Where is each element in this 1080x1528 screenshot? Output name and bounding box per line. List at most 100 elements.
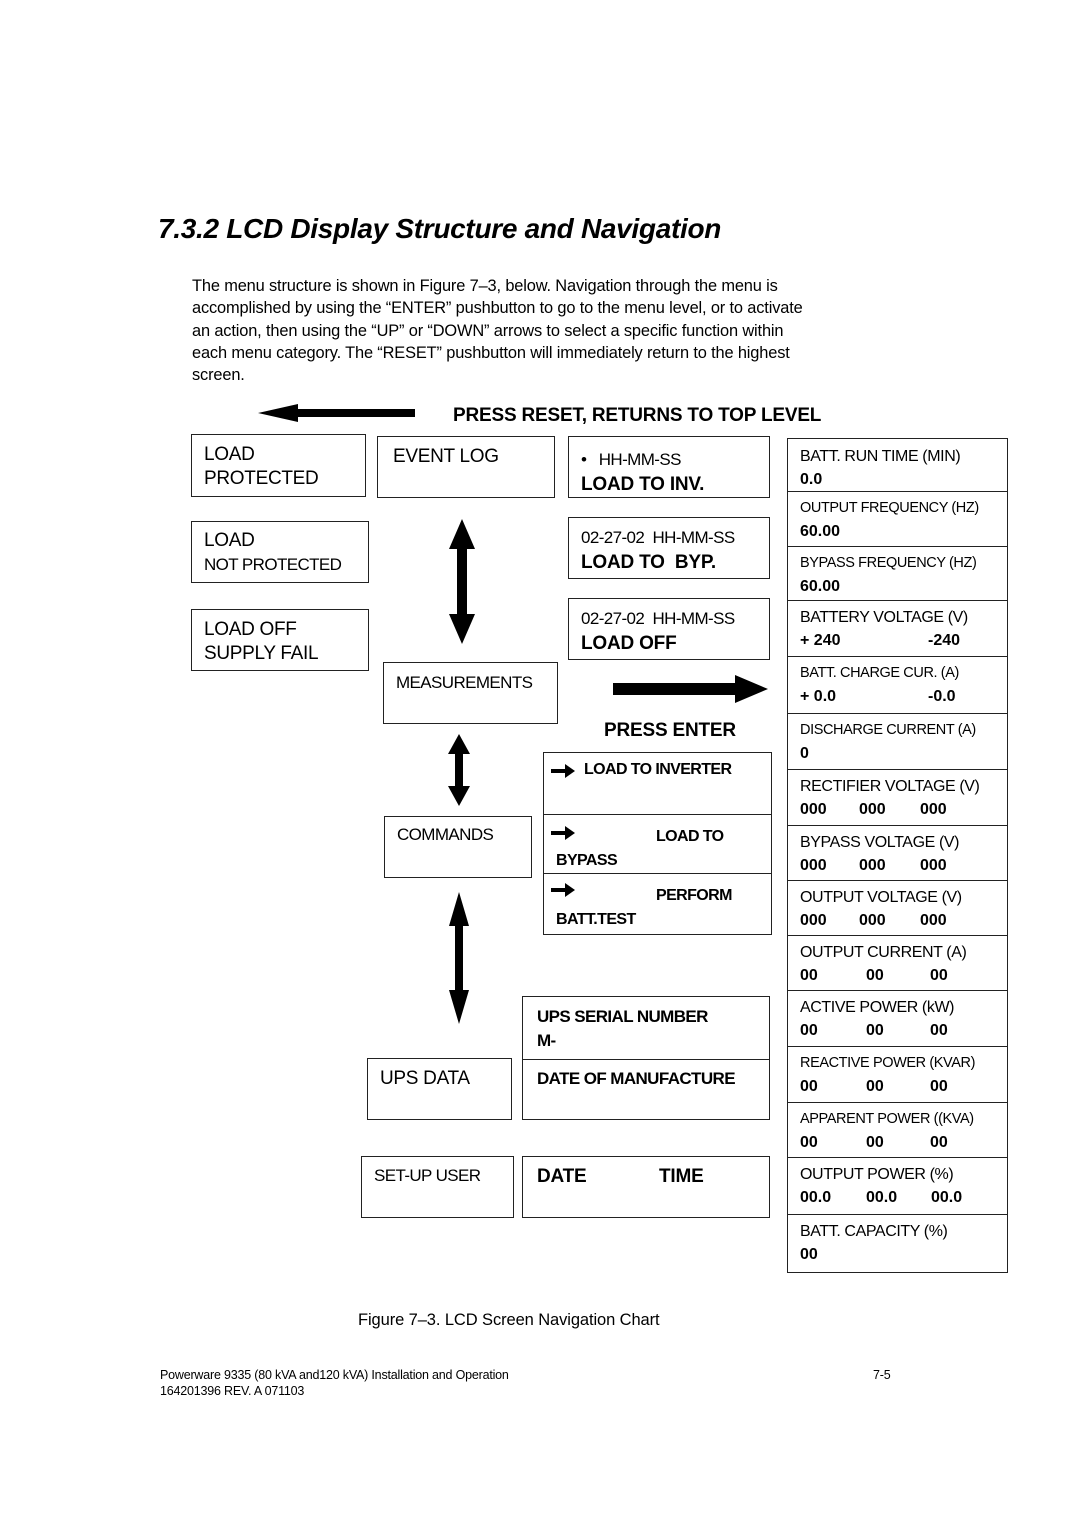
measurement-value: 00 bbox=[866, 967, 884, 984]
manufacture-label: DATE OF MANUFACTURE bbox=[537, 1069, 736, 1088]
measurement-label: BATT. CHARGE CUR. (A) bbox=[800, 665, 959, 681]
measurement-row: BYPASS FREQUENCY (HZ) 60.00 bbox=[788, 546, 1007, 601]
commands-list: LOAD TO INVERTER LOAD TO BYPASS PERFORM … bbox=[543, 752, 772, 935]
paragraph-line: The menu structure is shown in Figure 7–… bbox=[192, 277, 778, 295]
event-log-entry: 02-27-02 HH-MM-SS LOAD TO BYP. bbox=[568, 517, 770, 579]
serial-value: M- bbox=[537, 1031, 556, 1050]
press-reset-label: PRESS RESET, RETURNS TO TOP LEVEL bbox=[453, 405, 822, 426]
measurement-row: OUTPUT FREQUENCY (HZ) 60.00 bbox=[788, 491, 1007, 547]
measurement-value: 000 bbox=[859, 912, 886, 929]
paragraph-line: screen. bbox=[192, 366, 245, 385]
event-name: LOAD OFF bbox=[581, 633, 677, 654]
measurement-value: -240 bbox=[928, 632, 961, 649]
measurement-value: 00 bbox=[800, 1134, 818, 1151]
event-name: LOAD TO BYP. bbox=[581, 552, 717, 573]
event-time: HH-MM-SS bbox=[652, 609, 736, 628]
event-date: 02-27-02 bbox=[581, 528, 645, 547]
event-date: 02-27-02 bbox=[581, 609, 645, 628]
footer-title: Powerware 9335 (80 kVA and120 kVA) Insta… bbox=[160, 1368, 509, 1382]
measurement-label: BATTERY VOLTAGE (V) bbox=[800, 609, 968, 626]
menu-label: COMMANDS bbox=[397, 825, 494, 844]
measurement-value: -0.0 bbox=[928, 688, 956, 705]
status-line: SUPPLY FAIL bbox=[204, 643, 319, 664]
arrow-right-small-icon bbox=[551, 883, 575, 902]
measurement-value: 60.00 bbox=[800, 578, 841, 595]
measurement-value: 000 bbox=[800, 912, 827, 929]
measurement-row: BATT. RUN TIME (MIN) 0.0 bbox=[788, 439, 1007, 491]
command-perform-batt-test[interactable]: PERFORM BATT.TEST bbox=[544, 873, 771, 935]
measurement-row: BATTERY VOLTAGE (V) + 240 -240 bbox=[788, 600, 1007, 657]
arrow-right-small-icon bbox=[551, 826, 575, 845]
serial-label: UPS SERIAL NUMBER bbox=[537, 1007, 708, 1026]
setup-user-panel: DATE TIME bbox=[522, 1156, 770, 1218]
event-timestamp: 02-27-02 HH-MM-SS bbox=[581, 609, 735, 629]
footer-doc-number: 164201396 REV. A 071103 bbox=[160, 1384, 305, 1398]
command-load-to-bypass[interactable]: LOAD TO BYPASS bbox=[544, 814, 771, 875]
command-load-to-inverter[interactable]: LOAD TO INVERTER bbox=[544, 753, 771, 814]
measurement-value: 00 bbox=[866, 1022, 884, 1039]
intro-paragraph: The menu structure is shown in Figure 7–… bbox=[192, 275, 952, 386]
measurement-label: OUTPUT CURRENT (A) bbox=[800, 944, 967, 961]
status-load-not-protected: LOAD NOT PROTECTED bbox=[191, 521, 369, 583]
event-name: LOAD TO INV. bbox=[581, 474, 705, 495]
measurement-row: BATT. CHARGE CUR. (A) + 0.0 -0.0 bbox=[788, 656, 1007, 714]
menu-setup-user[interactable]: SET-UP USER bbox=[361, 1156, 514, 1218]
measurement-label: OUTPUT FREQUENCY (HZ) bbox=[800, 500, 979, 516]
section-heading: 7.3.2 LCD Display Structure and Navigati… bbox=[158, 213, 722, 244]
status-line: PROTECTED bbox=[204, 468, 319, 489]
measurement-value: 000 bbox=[920, 857, 947, 874]
measurement-value: 00 bbox=[800, 1246, 818, 1263]
measurement-row: DISCHARGE CURRENT (A) 0 bbox=[788, 713, 1007, 770]
measurement-value: 000 bbox=[800, 857, 827, 874]
measurement-row: BYPASS VOLTAGE (V) 000 000 000 bbox=[788, 825, 1007, 881]
menu-label: EVENT LOG bbox=[393, 446, 499, 467]
measurement-label: BYPASS FREQUENCY (HZ) bbox=[800, 555, 977, 571]
measurement-row: REACTIVE POWER (KVAR) 00 00 00 bbox=[788, 1046, 1007, 1103]
arrow-right-icon bbox=[613, 674, 769, 704]
measurement-value: 0 bbox=[800, 745, 809, 762]
arrow-up-down-icon bbox=[448, 519, 476, 644]
measurement-label: REACTIVE POWER (KVAR) bbox=[800, 1055, 976, 1071]
measurement-label: BYPASS VOLTAGE (V) bbox=[800, 834, 960, 851]
measurement-label: RECTIFIER VOLTAGE (V) bbox=[800, 778, 980, 795]
measurement-value: + 0.0 bbox=[800, 688, 837, 705]
measurement-label: BATT. CAPACITY (%) bbox=[800, 1223, 948, 1240]
menu-commands[interactable]: COMMANDS bbox=[384, 816, 532, 878]
menu-event-log[interactable]: EVENT LOG bbox=[377, 436, 555, 498]
measurement-value: 00.0 bbox=[931, 1189, 963, 1206]
status-line: LOAD OFF bbox=[204, 619, 297, 640]
status-load-protected: LOAD PROTECTED bbox=[191, 434, 366, 497]
event-time: HH-MM-SS bbox=[652, 528, 736, 547]
measurement-value: 00 bbox=[800, 1022, 818, 1039]
press-enter-label: PRESS ENTER bbox=[604, 720, 736, 741]
measurement-value: 00 bbox=[800, 967, 818, 984]
measurement-value: 00 bbox=[866, 1078, 884, 1095]
date-label: DATE bbox=[537, 1166, 587, 1187]
measurement-row: RECTIFIER VOLTAGE (V) 000 000 000 bbox=[788, 769, 1007, 826]
command-label: BATT.TEST bbox=[556, 911, 636, 928]
arrow-right-small-icon bbox=[551, 764, 575, 783]
menu-label: MEASUREMENTS bbox=[396, 673, 533, 692]
menu-measurements[interactable]: MEASUREMENTS bbox=[383, 662, 558, 724]
event-time: HH-MM-SS bbox=[598, 450, 682, 469]
measurement-value: 0.0 bbox=[800, 471, 823, 488]
measurement-row: OUTPUT POWER (%) 00.0 00.0 00.0 bbox=[788, 1157, 1007, 1215]
figure-caption: Figure 7–3. LCD Screen Navigation Chart bbox=[358, 1311, 660, 1329]
event-timestamp: 02-27-02 HH-MM-SS bbox=[581, 528, 735, 548]
menu-ups-data[interactable]: UPS DATA bbox=[367, 1058, 512, 1120]
measurement-value: 00.0 bbox=[800, 1189, 832, 1206]
measurement-label: APPARENT POWER ((KVA) bbox=[800, 1111, 974, 1127]
measurement-value: 00 bbox=[866, 1134, 884, 1151]
measurement-row: OUTPUT CURRENT (A) 00 00 00 bbox=[788, 935, 1007, 991]
event-log-entry: • HH-MM-SS LOAD TO INV. bbox=[568, 436, 770, 498]
measurement-row: ACTIVE POWER (kW) 00 00 00 bbox=[788, 990, 1007, 1047]
time-label: TIME bbox=[659, 1166, 704, 1187]
measurement-value: + 240 bbox=[800, 632, 841, 649]
measurement-row: APPARENT POWER ((KVA) 00 00 00 bbox=[788, 1102, 1007, 1158]
date-of-manufacture: DATE OF MANUFACTURE bbox=[523, 1059, 769, 1119]
measurement-value: 000 bbox=[800, 801, 827, 818]
event-log-entry: 02-27-02 HH-MM-SS LOAD OFF bbox=[568, 598, 770, 660]
measurement-label: DISCHARGE CURRENT (A) bbox=[800, 722, 976, 738]
menu-label: SET-UP USER bbox=[374, 1166, 481, 1185]
measurement-value: 00 bbox=[930, 1022, 948, 1039]
